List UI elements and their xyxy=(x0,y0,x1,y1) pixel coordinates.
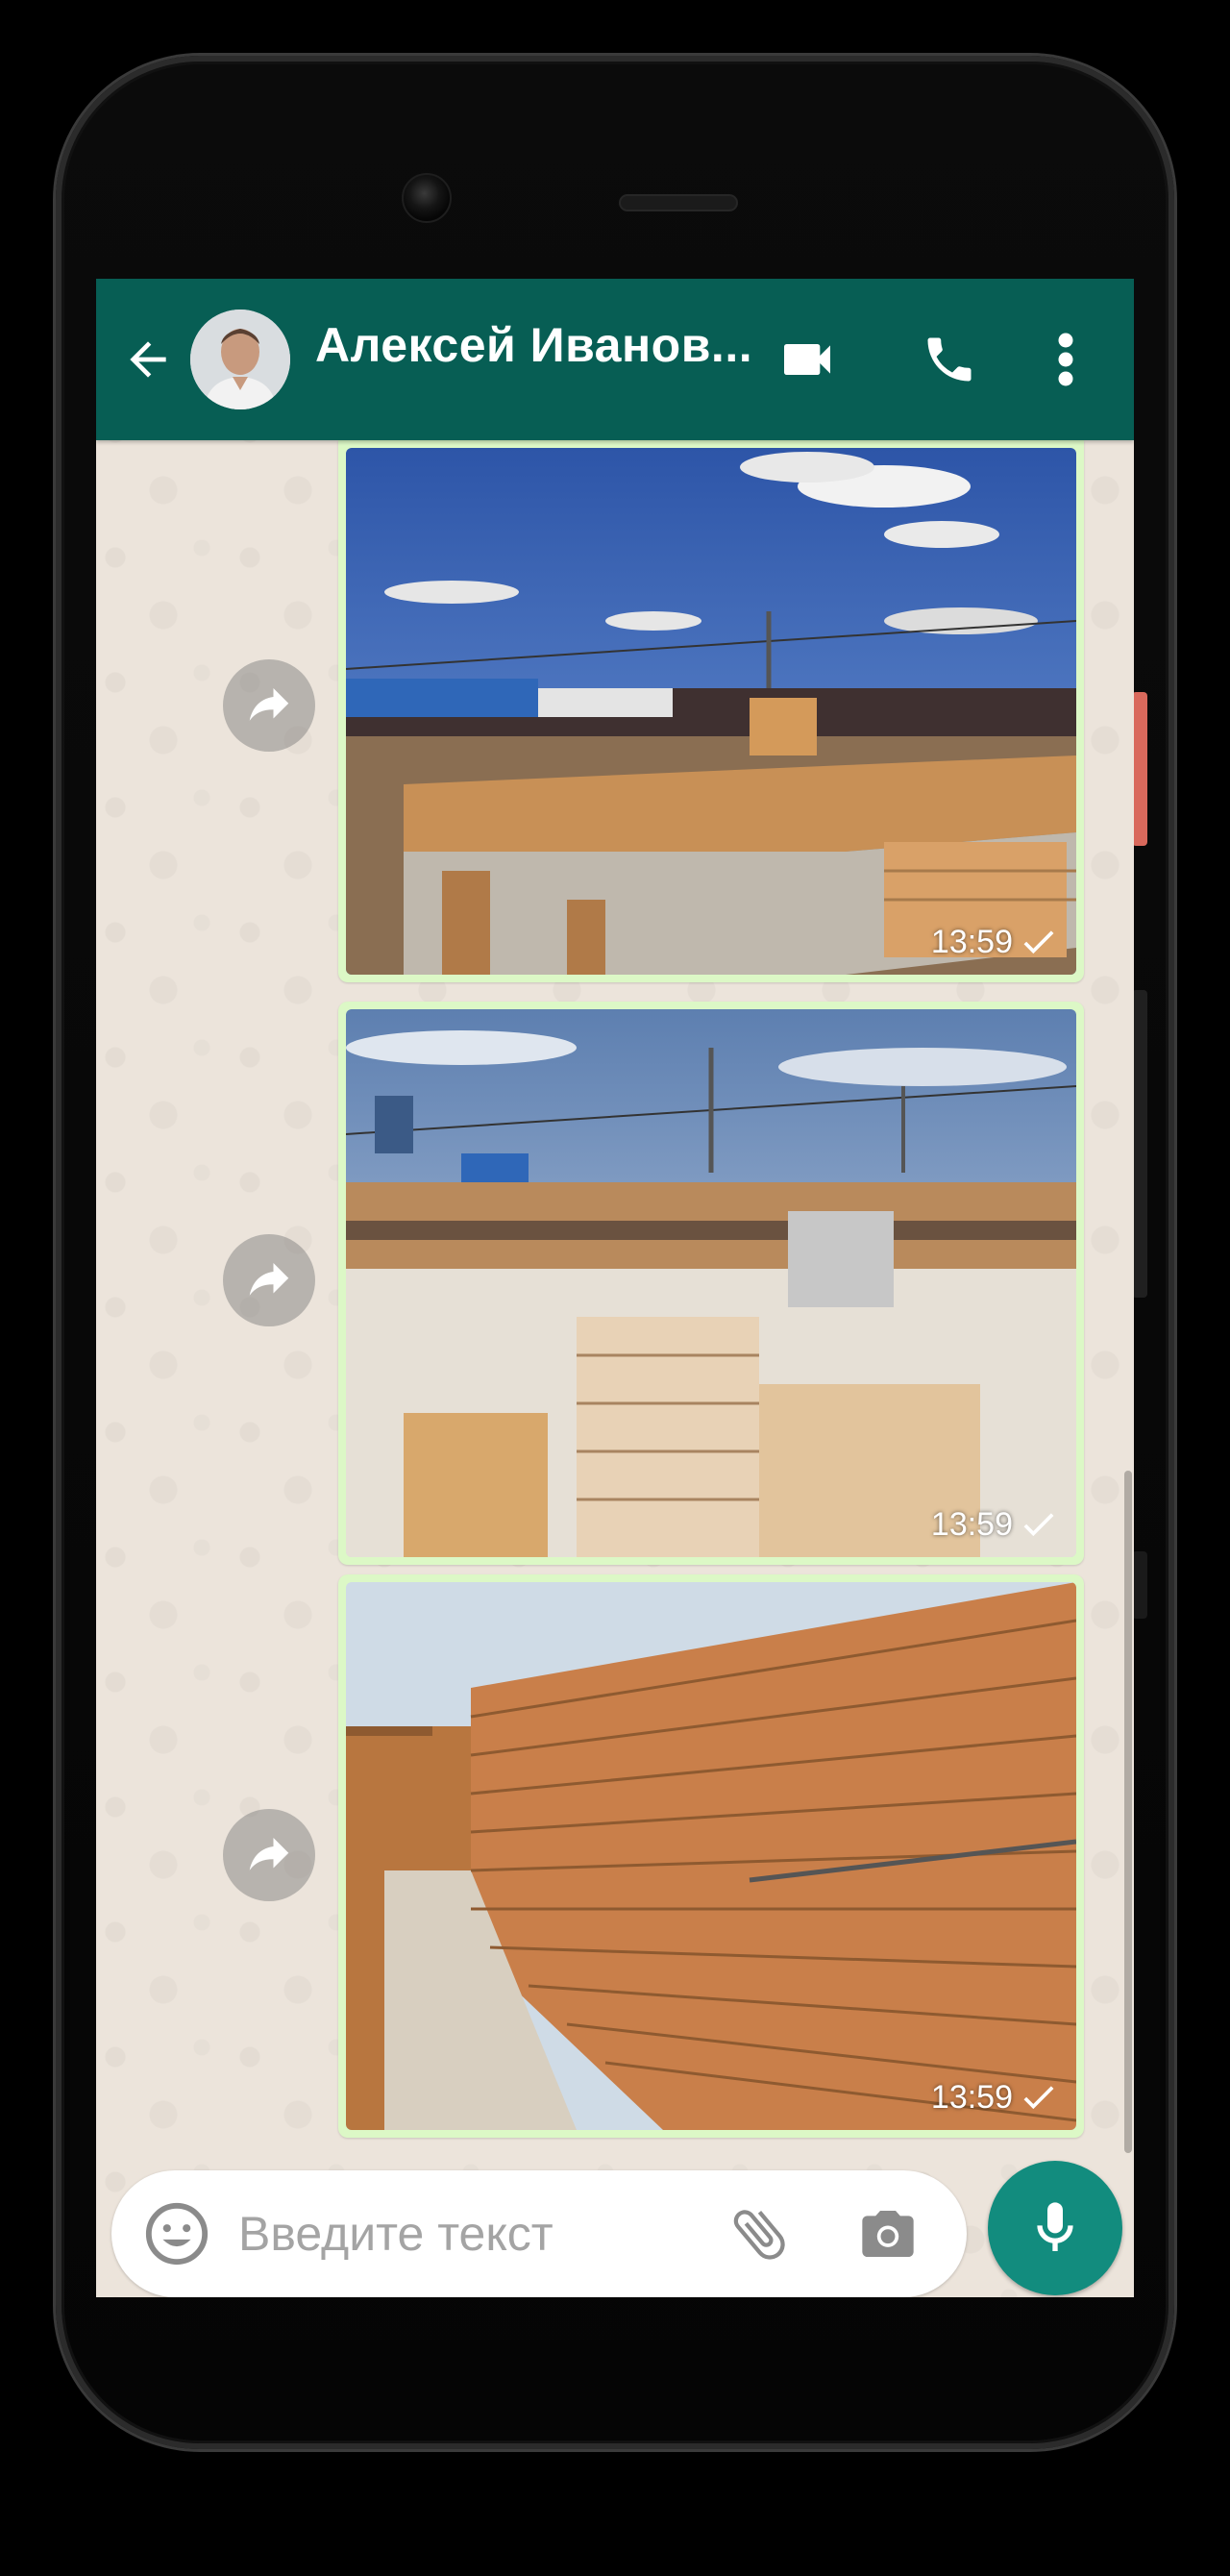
back-button[interactable] xyxy=(111,311,184,408)
photo-brick-pallets[interactable]: 13:59 xyxy=(346,1009,1076,1557)
photo-brick-foundation[interactable]: 13:59 xyxy=(346,448,1076,975)
chat-scrollbar[interactable] xyxy=(1124,1471,1132,2153)
contact-name[interactable]: Алексей Иванов... xyxy=(315,317,767,373)
message-photo-1[interactable]: 13:59 xyxy=(338,440,1084,982)
attach-button[interactable] xyxy=(719,2193,800,2274)
volume-button xyxy=(1132,990,1147,1298)
forward-button[interactable] xyxy=(223,1809,315,1901)
chat-screen: Алексей Иванов... 13:59 13:59 13:59 Введ… xyxy=(96,279,1134,2297)
message-photo-2[interactable]: 13:59 xyxy=(338,1002,1084,1565)
contact-avatar[interactable] xyxy=(190,310,290,409)
paperclip-icon xyxy=(733,2210,785,2260)
message-composer xyxy=(111,2170,967,2297)
front-camera xyxy=(402,173,452,223)
message-timestamp: 13:59 xyxy=(931,2079,1055,2117)
message-timestamp: 13:59 xyxy=(931,1506,1055,1544)
check-icon xyxy=(1023,2085,1054,2109)
overflow-menu-button[interactable] xyxy=(1032,311,1099,408)
emoji-button[interactable] xyxy=(136,2193,217,2274)
forward-icon xyxy=(249,1838,289,1870)
video-call-button[interactable] xyxy=(759,311,855,408)
microphone-icon xyxy=(1037,2202,1073,2251)
check-icon xyxy=(1023,1512,1054,1536)
video-camera-icon xyxy=(784,344,830,375)
message-input[interactable] xyxy=(236,2205,698,2263)
side-button xyxy=(1132,1551,1147,1619)
camera-icon xyxy=(862,2211,914,2257)
more-vertical-icon xyxy=(1058,333,1073,386)
camera-button[interactable] xyxy=(848,2193,928,2274)
forward-icon xyxy=(249,1263,289,1296)
check-icon xyxy=(1023,929,1054,954)
power-button xyxy=(1132,692,1147,846)
earpiece-speaker xyxy=(619,194,738,211)
arrow-left-icon xyxy=(130,341,166,378)
forward-button[interactable] xyxy=(223,659,315,752)
forward-button[interactable] xyxy=(223,1234,315,1326)
message-photo-3[interactable]: 13:59 xyxy=(338,1574,1084,2138)
voice-call-button[interactable] xyxy=(901,311,997,408)
photo-brick-wall[interactable]: 13:59 xyxy=(346,1582,1076,2130)
chat-toolbar: Алексей Иванов... xyxy=(96,279,1134,440)
message-timestamp: 13:59 xyxy=(931,924,1055,961)
message-time: 13:59 xyxy=(930,1506,1013,1543)
voice-message-button[interactable] xyxy=(988,2161,1122,2295)
phone-icon xyxy=(927,337,972,382)
message-time: 13:59 xyxy=(930,924,1013,960)
emoji-icon xyxy=(145,2202,209,2266)
forward-icon xyxy=(249,688,289,721)
message-time: 13:59 xyxy=(930,2079,1013,2116)
